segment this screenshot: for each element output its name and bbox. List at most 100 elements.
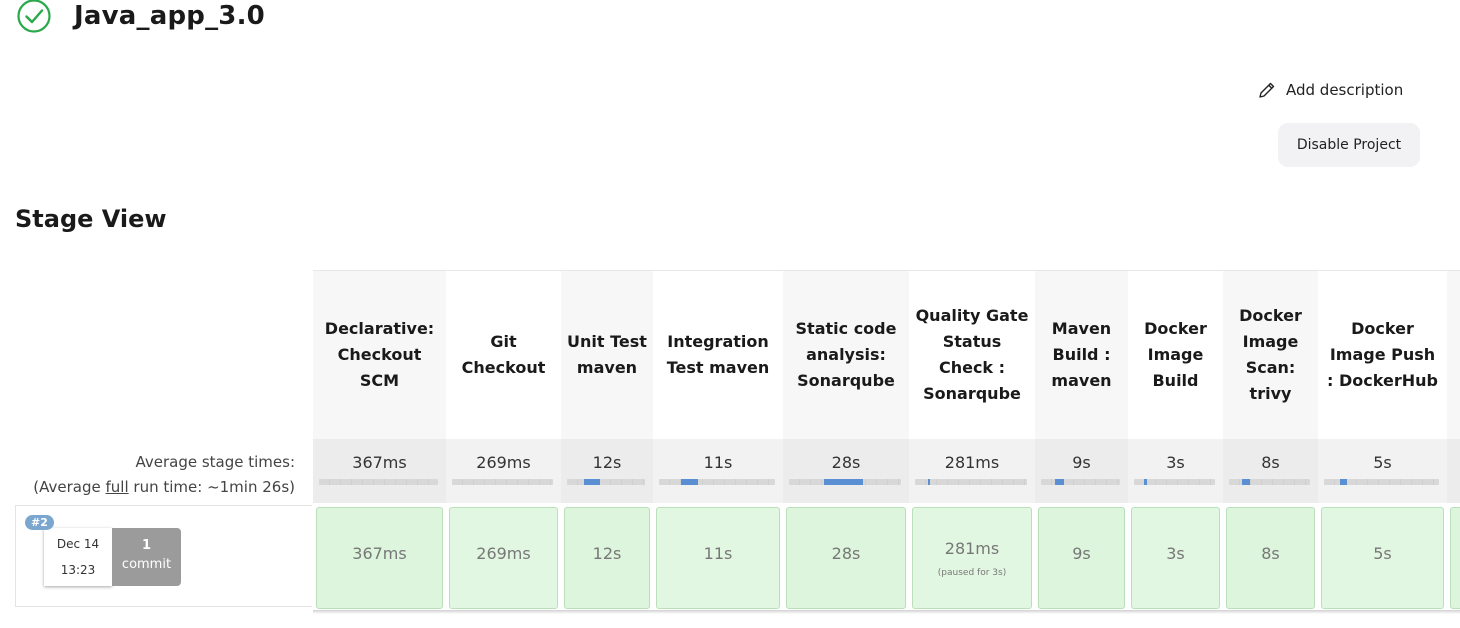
stage-average-time: 281ms [944, 453, 1000, 472]
stage-average-bar [1229, 479, 1310, 485]
stage-column [1447, 271, 1460, 613]
add-description-link[interactable]: Add description [1257, 80, 1403, 100]
stage-cell-time: 367ms [352, 543, 407, 563]
stage-average-time: 367ms [352, 453, 407, 472]
stage-average: 269ms [446, 439, 561, 503]
stage-cell[interactable]: 12s [564, 507, 650, 609]
stage-cell-time: 8s [1261, 543, 1280, 563]
stage-column: Docker Image Build 3s 3s [1128, 271, 1223, 613]
commit-count: 1 [141, 538, 152, 553]
stage-header: Static code analysis: Sonarqube [783, 271, 909, 439]
job-title: Java_app_3.0 [74, 1, 265, 31]
average-stage-times-label: Average stage times: (Average full run t… [33, 450, 295, 500]
stage-header: Docker Image Push : DockerHub [1318, 271, 1447, 439]
avg-label-prefix: (Average [33, 478, 106, 496]
build-date-day: Dec 14 [56, 537, 100, 551]
disable-project-button[interactable]: Disable Project [1278, 123, 1420, 167]
stage-cell[interactable]: 8s [1226, 507, 1315, 609]
stage-header: Docker Image Scan: trivy [1223, 271, 1318, 439]
stage-cell[interactable]: 5s [1321, 507, 1444, 609]
stage-cell[interactable]: 11s [656, 507, 780, 609]
stage-average-time: 5s [1373, 453, 1392, 472]
stage-cell-time: 5s [1373, 543, 1392, 563]
stage-header: Maven Build : maven [1035, 271, 1128, 439]
stage-average-bar [915, 479, 1027, 485]
stage-table: Declarative: Checkout SCM 367ms 367ms Gi… [313, 270, 1460, 613]
stage-average-time: 28s [831, 453, 861, 472]
stage-column: Docker Image Scan: trivy 8s 8s [1223, 271, 1318, 613]
stage-cell[interactable]: 367ms [316, 507, 443, 609]
build-date-time: 13:23 [60, 563, 96, 577]
pencil-icon [1259, 82, 1275, 98]
stage-average-bar [319, 479, 438, 485]
stage-average-bar [452, 479, 553, 485]
stage-cell-time: 12s [592, 543, 622, 563]
job-header: Java_app_3.0 [16, 0, 265, 36]
stage-average-bar [659, 479, 775, 485]
stage-header: Integration Test maven [653, 271, 783, 439]
stage-cell-time: 269ms [476, 543, 531, 563]
stage-cell[interactable] [1450, 507, 1460, 609]
stage-average-bar-fill [927, 479, 930, 485]
stage-average-bar [567, 479, 645, 485]
stage-average-bar-fill [681, 479, 699, 485]
stage-cell-note: (paused for 3s) [937, 567, 1007, 578]
stage-average-bar-fill [1241, 479, 1251, 485]
stage-average: 11s [653, 439, 783, 503]
stage-column: Maven Build : maven 9s 9s [1035, 271, 1128, 613]
stage-header [1447, 271, 1460, 439]
stage-column: Unit Test maven 12s 12s [561, 271, 653, 613]
stage-cell[interactable]: 281ms (paused for 3s) [912, 507, 1032, 609]
avg-label-line2: (Average full run time: ~1min 26s) [33, 475, 295, 500]
build-number-badge[interactable]: #2 [25, 515, 54, 530]
stage-table-shadow [313, 610, 1460, 614]
stage-header: Unit Test maven [561, 271, 653, 439]
stage-header: Git Checkout [446, 271, 561, 439]
stage-cell-time: 3s [1166, 543, 1185, 563]
success-check-icon [17, 0, 51, 33]
stage-average: 9s [1035, 439, 1128, 503]
stage-column: Declarative: Checkout SCM 367ms 367ms [313, 271, 446, 613]
stage-average: 8s [1223, 439, 1318, 503]
stage-cell[interactable]: 28s [786, 507, 906, 609]
stage-average [1447, 439, 1460, 503]
stage-average: 281ms [909, 439, 1035, 503]
stage-average-time: 9s [1072, 453, 1091, 472]
stage-average: 28s [783, 439, 909, 503]
stage-cell-time: 28s [831, 543, 861, 563]
stage-average-bar-fill [823, 479, 863, 485]
stage-average: 12s [561, 439, 653, 503]
stage-view-title: Stage View [15, 205, 167, 233]
stage-cell-time: 11s [703, 543, 733, 563]
stage-average-time: 8s [1261, 453, 1280, 472]
avg-label-line1: Average stage times: [135, 453, 295, 471]
commit-label: commit [121, 557, 172, 572]
add-description-label: Add description [1286, 81, 1404, 99]
stage-column: Integration Test maven 11s 11s [653, 271, 783, 613]
stage-cell[interactable]: 269ms [449, 507, 558, 609]
stage-average-bar-fill [1144, 479, 1148, 485]
stage-cell-time: 9s [1072, 543, 1091, 563]
stage-average: 3s [1128, 439, 1223, 503]
build-date: Dec 14 13:23 [44, 528, 112, 586]
build-row-header: #2 Dec 14 13:23 1 commit [15, 505, 312, 607]
stage-cell[interactable]: 9s [1038, 507, 1125, 609]
stage-average-bar [1041, 479, 1120, 485]
stage-average-time: 3s [1166, 453, 1185, 472]
stage-average-bar-fill [1339, 479, 1347, 485]
stage-header: Docker Image Build [1128, 271, 1223, 439]
stage-column: Git Checkout 269ms 269ms [446, 271, 561, 613]
stage-average-time: 11s [703, 453, 733, 472]
stage-cell[interactable]: 3s [1131, 507, 1220, 609]
stage-average-bar [1134, 479, 1215, 485]
full-run-link[interactable]: full [106, 478, 129, 496]
stage-average-bar-fill [584, 479, 600, 485]
stage-average: 367ms [313, 439, 446, 503]
stage-column: Static code analysis: Sonarqube 28s 28s [783, 271, 909, 613]
stage-average-bar [1324, 479, 1439, 485]
stage-column: Docker Image Push : DockerHub 5s 5s [1318, 271, 1447, 613]
stage-column: Quality Gate Status Check : Sonarqube 28… [909, 271, 1035, 613]
avg-label-suffix: run time: ~1min 26s) [128, 478, 295, 496]
commit-count-button[interactable]: 1 commit [112, 528, 181, 586]
stage-header: Quality Gate Status Check : Sonarqube [909, 271, 1035, 439]
